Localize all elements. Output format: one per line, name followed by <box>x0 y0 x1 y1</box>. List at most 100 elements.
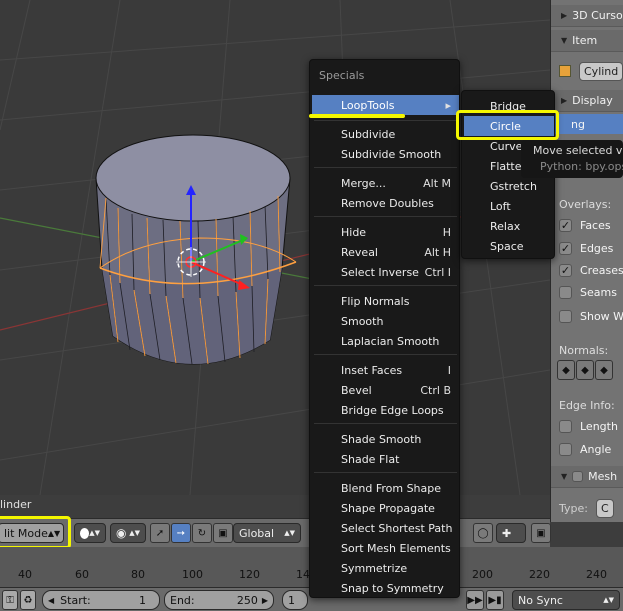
viewport-shading-selector[interactable]: ▲▼ <box>74 523 106 543</box>
viewport-header: lit Mode ▲▼ ▲▼ ◉ ▲▼ ➚ ➙ ↻ ▣ Global ▲▼ ◯ … <box>0 518 551 547</box>
menu-item-snap-to-symmetry[interactable]: Snap to Symmetry <box>312 578 459 598</box>
menu-divider <box>314 354 457 355</box>
menu-item-select-shortest-path[interactable]: Select Shortest Path <box>312 518 459 538</box>
menu-item-subdivide-smooth[interactable]: Subdivide Smooth <box>312 144 459 164</box>
menu-item-bevel[interactable]: Bevel Ctrl B <box>312 380 459 400</box>
dropdown-arrows-icon: ▲▼ <box>89 529 100 537</box>
menu-item-symmetrize[interactable]: Symmetrize <box>312 558 459 578</box>
face-normals-icon[interactable]: ◆ <box>595 360 613 380</box>
menu-item-shade-smooth[interactable]: Shade Smooth <box>312 429 459 449</box>
translate-manipulator-icon[interactable]: ➙ <box>171 523 191 543</box>
menu-item-merge[interactable]: Merge... Alt M <box>312 173 459 193</box>
submenu-item-bridge[interactable]: Bridge <box>464 96 554 116</box>
submenu-item-label: Gstretch <box>490 179 537 193</box>
current-frame-value: 1 <box>288 593 295 607</box>
menu-item-flip-normals[interactable]: Flip Normals <box>312 291 459 311</box>
manipulator-toggle-icon[interactable]: ➚ <box>150 523 170 543</box>
scale-manipulator-icon[interactable]: ▣ <box>213 523 233 543</box>
menu-item-blend-from-shape[interactable]: Blend From Shape <box>312 478 459 498</box>
item-name-field[interactable]: Cylind <box>579 61 623 81</box>
menu-item-label: Blend From Shape <box>341 481 442 495</box>
menu-item-subdivide[interactable]: Subdivide <box>312 124 459 144</box>
preview-range-icon[interactable]: ♻ <box>20 590 36 610</box>
end-frame-field[interactable]: End: 250 ▶ <box>164 590 274 610</box>
lock-icon[interactable]: ⚿ <box>2 590 18 610</box>
mesh-display-checkbox[interactable] <box>572 471 584 482</box>
tick-label: 200 <box>472 568 493 581</box>
submenu-item-loft[interactable]: Loft <box>464 196 554 216</box>
seams-toggle[interactable]: Seams <box>551 282 623 302</box>
menu-item-shade-flat[interactable]: Shade Flat <box>312 449 459 469</box>
rotate-manipulator-icon[interactable]: ↻ <box>192 523 212 543</box>
angle-checkbox[interactable] <box>559 442 572 456</box>
menu-item-select-inverse[interactable]: Select Inverse Ctrl I <box>312 262 459 282</box>
menu-item-remove-doubles[interactable]: Remove Doubles <box>312 193 459 213</box>
vertex-normals-icon[interactable]: ◆ <box>557 360 575 380</box>
angle-toggle[interactable]: Angle <box>551 439 623 459</box>
tick-label: 40 <box>18 568 32 581</box>
menu-item-looptools[interactable]: LoopTools ▸ <box>312 95 459 115</box>
proportional-edit-icon[interactable]: ◯ <box>473 523 493 543</box>
menu-item-inset-faces[interactable]: Inset Faces I <box>312 360 459 380</box>
show-weight-checkbox[interactable] <box>559 309 572 323</box>
submenu-item-label: Relax <box>490 219 521 233</box>
creases-toggle[interactable]: ✓ Creases <box>551 260 623 280</box>
menu-item-label: LoopTools <box>341 98 395 112</box>
menu-item-reveal[interactable]: Reveal Alt H <box>312 242 459 262</box>
submenu-item-relax[interactable]: Relax <box>464 216 554 236</box>
menu-item-shortcut: Alt M <box>423 176 451 190</box>
snap-element-selector[interactable]: ✚ <box>496 523 526 543</box>
end-frame-label: End: <box>170 593 195 607</box>
increment-arrow-icon: ▶ <box>261 595 268 605</box>
menu-item-hide[interactable]: Hide H <box>312 222 459 242</box>
tick-label: 240 <box>586 568 607 581</box>
menu-item-label: Bevel <box>341 383 372 397</box>
type-field[interactable]: C <box>595 498 614 518</box>
length-toggle[interactable]: Length <box>551 416 623 436</box>
show-weight-toggle[interactable]: Show We <box>551 306 623 326</box>
panel-display[interactable]: ▶ Display <box>551 90 623 112</box>
submenu-item-space[interactable]: Space <box>464 236 554 256</box>
menu-item-shape-propagate[interactable]: Shape Propagate <box>312 498 459 518</box>
menu-item-sort-mesh-elements[interactable]: Sort Mesh Elements <box>312 538 459 558</box>
start-frame-field[interactable]: ◀ Start: 1 <box>42 590 160 610</box>
collapse-triangle-icon: ▼ <box>561 36 568 45</box>
panel-3d-cursor-label: 3D Cursor <box>572 9 623 22</box>
length-checkbox[interactable] <box>559 419 572 433</box>
menu-item-label: Flip Normals <box>341 294 410 308</box>
submenu-item-label: Curve <box>490 139 523 153</box>
render-icon[interactable]: ▣ <box>531 523 551 543</box>
mode-selector[interactable]: lit Mode ▲▼ <box>0 523 64 543</box>
pivot-point-selector[interactable]: ◉ ▲▼ <box>110 523 146 543</box>
jump-keyframe-next-icon[interactable]: ▶▶ <box>466 590 484 610</box>
edges-checkbox[interactable]: ✓ <box>559 241 572 255</box>
panel-3d-cursor[interactable]: ▶ 3D Cursor <box>551 5 623 27</box>
menu-item-laplacian-smooth[interactable]: Laplacian Smooth <box>312 331 459 351</box>
menu-item-bridge-edge-loops[interactable]: Bridge Edge Loops <box>312 400 459 420</box>
mesh-cube-icon <box>559 65 571 77</box>
menu-item-smooth[interactable]: Smooth <box>312 311 459 331</box>
sync-mode-selector[interactable]: No Sync ▲▼ <box>512 590 620 610</box>
panel-item[interactable]: ▼ Item <box>551 30 623 52</box>
menu-item-shortcut: Alt H <box>424 245 451 259</box>
properties-panel: ▶ 3D Cursor ▼ Item Cylind ▶ Display ng O… <box>550 0 623 522</box>
edge-info-label: Edge Info: <box>559 398 615 412</box>
seams-checkbox[interactable] <box>559 285 572 299</box>
creases-checkbox[interactable]: ✓ <box>559 263 572 277</box>
current-frame-field[interactable]: 1 <box>282 590 308 610</box>
dropdown-arrows-icon: ▲▼ <box>603 596 614 604</box>
faces-toggle[interactable]: ✓ Faces <box>551 215 623 235</box>
submenu-arrow-icon: ▸ <box>445 98 451 112</box>
faces-checkbox[interactable]: ✓ <box>559 218 572 232</box>
dropdown-arrows-icon: ▲▼ <box>284 529 295 537</box>
jump-end-icon[interactable]: ▶▮ <box>486 590 504 610</box>
start-frame-label: Start: <box>60 593 91 607</box>
submenu-item-gstretch[interactable]: Gstretch <box>464 176 554 196</box>
submenu-item-circle[interactable]: Circle <box>464 116 554 136</box>
menu-divider <box>314 472 457 473</box>
transform-orientation-label: Global <box>239 526 275 540</box>
transform-orientation-selector[interactable]: Global ▲▼ <box>233 523 301 543</box>
split-normals-icon[interactable]: ◆ <box>576 360 594 380</box>
edges-toggle[interactable]: ✓ Edges <box>551 238 623 258</box>
panel-mesh-display[interactable]: ▼ Mesh <box>551 466 623 488</box>
